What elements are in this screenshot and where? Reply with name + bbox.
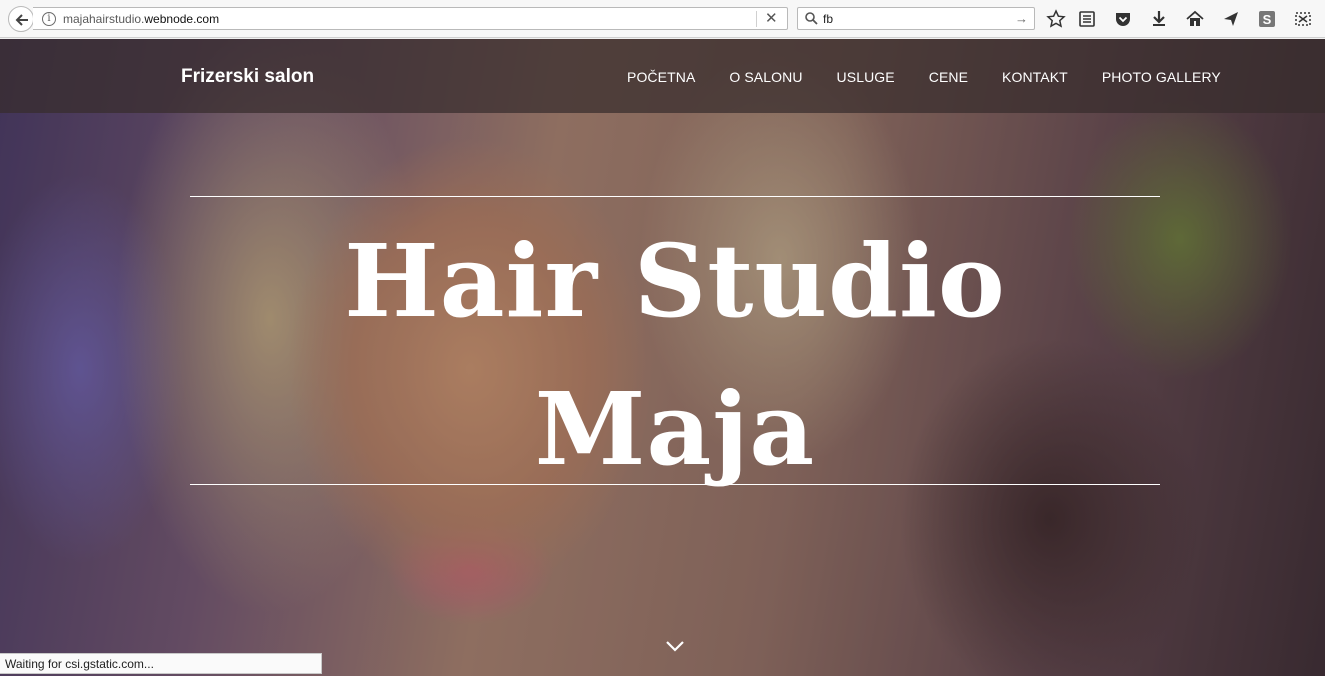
hero-title-line-1: Hair Studio [344, 222, 1006, 340]
back-button[interactable] [8, 6, 34, 32]
nav-item-o-salonu[interactable]: O SALONU [729, 69, 802, 85]
arrow-right-icon[interactable]: → [1015, 11, 1028, 26]
search-icon [805, 12, 818, 25]
chevron-down-icon[interactable] [664, 639, 686, 653]
star-icon[interactable] [1046, 9, 1066, 29]
search-bar[interactable]: fb → [797, 7, 1035, 30]
nav-item-usluge[interactable]: USLUGE [837, 69, 895, 85]
pocket-icon[interactable] [1113, 9, 1133, 29]
send-icon[interactable] [1221, 9, 1241, 29]
browser-toolbar: i majahairstudio.webnode.com ✕ fb → S [0, 0, 1325, 38]
screenshot-icon[interactable] [1293, 9, 1313, 29]
close-icon[interactable]: ✕ [765, 10, 778, 27]
svg-text:S: S [1263, 12, 1272, 27]
main-nav: POČETNA O SALONU USLUGE CENE KONTAKT PHO… [610, 69, 1238, 85]
nav-item-pocetna[interactable]: POČETNA [627, 69, 695, 85]
hero-title-line-2: Maja [534, 370, 816, 488]
home-icon[interactable] [1185, 9, 1205, 29]
url-text[interactable]: majahairstudio.webnode.com [63, 12, 219, 26]
url-divider [756, 11, 757, 27]
status-bar: Waiting for csi.gstatic.com... [0, 653, 322, 674]
nav-item-kontakt[interactable]: KONTAKT [1002, 69, 1068, 85]
download-icon[interactable] [1149, 9, 1169, 29]
nav-item-cene[interactable]: CENE [929, 69, 968, 85]
reading-list-icon[interactable] [1077, 9, 1097, 29]
nav-item-photo-gallery[interactable]: PHOTO GALLERY [1102, 69, 1221, 85]
back-arrow-icon [15, 14, 28, 26]
url-bar[interactable]: i majahairstudio.webnode.com ✕ [33, 7, 788, 30]
info-icon[interactable]: i [42, 12, 56, 26]
hero-rule-bottom [190, 484, 1160, 485]
site-brand[interactable]: Frizerski salon [181, 66, 314, 88]
hero-section: Frizerski salon POČETNA O SALONU USLUGE … [0, 39, 1325, 676]
hero-rule-top [190, 196, 1160, 197]
search-input[interactable]: fb [823, 12, 833, 26]
hero-title: Hair Studio Maja [190, 207, 1160, 503]
s-extension-icon[interactable]: S [1257, 9, 1277, 29]
